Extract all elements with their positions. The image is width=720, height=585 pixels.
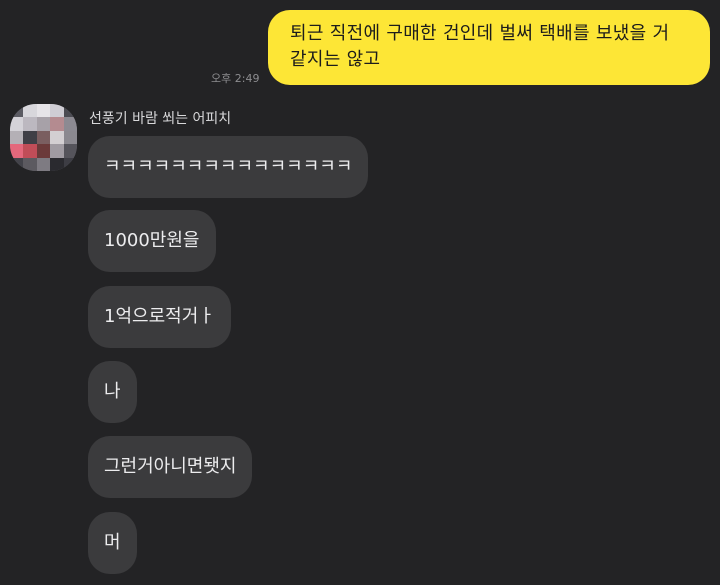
outgoing-message-line: 같지는 않고 <box>290 49 381 70</box>
incoming-message-bubble[interactable]: 1억으로적거ㅏ <box>88 286 231 348</box>
incoming-message-bubble[interactable]: 나 <box>88 361 137 423</box>
chat-window: 퇴근 직전에 구매한 건인데 벌써 택배를 보냈을 거 같지는 않고 오후 2:… <box>0 0 720 585</box>
incoming-message-bubble[interactable]: 머 <box>88 512 137 574</box>
sender-name: 선풍기 바람 쐬는 어피치 <box>89 111 232 127</box>
incoming-message-bubble[interactable]: 그런거아니면됏지 <box>88 436 253 498</box>
avatar[interactable] <box>10 104 77 171</box>
incoming-message-bubble[interactable]: 1000만원을 <box>88 210 216 272</box>
message-timestamp: 오후 2:49 <box>211 72 260 85</box>
outgoing-message-bubble[interactable]: 퇴근 직전에 구매한 건인데 벌써 택배를 보냈을 거 같지는 않고 <box>268 10 710 85</box>
incoming-message-bubble[interactable]: ㅋㅋㅋㅋㅋㅋㅋㅋㅋㅋㅋㅋㅋㅋㅋ <box>88 136 369 198</box>
outgoing-message-line: 퇴근 직전에 구매한 건인데 벌써 택배를 보냈을 거 <box>290 23 670 44</box>
